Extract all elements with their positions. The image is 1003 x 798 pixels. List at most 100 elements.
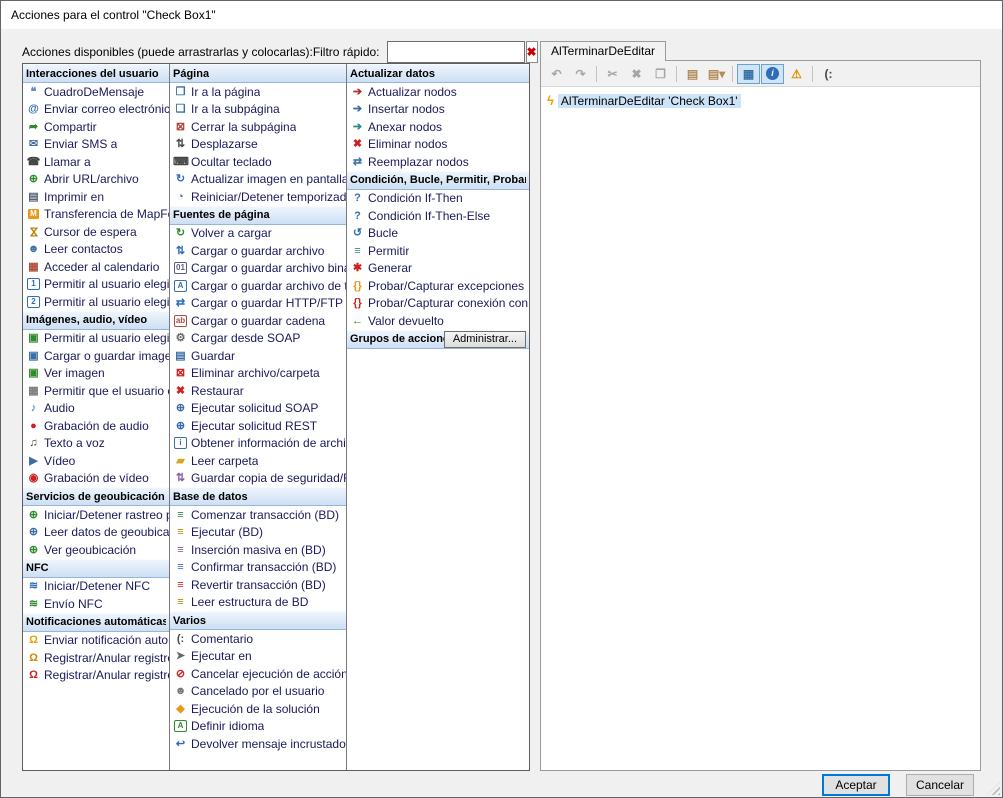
action-item[interactable]: ≋Envío NFC bbox=[23, 595, 169, 613]
action-item[interactable]: ☎Llamar a bbox=[23, 153, 169, 171]
info-toggle[interactable]: i bbox=[761, 64, 784, 84]
action-item[interactable]: ▣Cargar o guardar imagen bbox=[23, 347, 169, 365]
tree-item-event[interactable]: ϟ AlTerminarDeEditar 'Check Box1' bbox=[547, 93, 974, 108]
comment-toggle[interactable]: (: bbox=[817, 64, 840, 84]
action-item[interactable]: ΩRegistrar/Anular registro bbox=[23, 667, 169, 685]
action-item[interactable]: ✱Generar bbox=[347, 260, 529, 278]
action-item[interactable]: ACargar o guardar archivo de texto bbox=[170, 277, 346, 295]
action-item[interactable]: ➔Insertar nodos bbox=[347, 101, 529, 119]
action-item[interactable]: ●Grabación de audio bbox=[23, 417, 169, 435]
action-item[interactable]: ⊕Leer datos de geoubicación bbox=[23, 524, 169, 542]
paste-button[interactable]: ▤ bbox=[681, 64, 704, 84]
cancel-button[interactable]: Cancelar bbox=[906, 774, 974, 796]
action-item[interactable]: ≡Revertir transacción (BD) bbox=[170, 576, 346, 594]
action-item[interactable]: ➔Anexar nodos bbox=[347, 118, 529, 136]
action-item[interactable]: {}Probar/Capturar excepciones bbox=[347, 277, 529, 295]
action-item[interactable]: ➔Actualizar nodos bbox=[347, 83, 529, 101]
copy-button[interactable]: ❐ bbox=[649, 64, 672, 84]
cut-button[interactable]: ✂ bbox=[601, 64, 624, 84]
action-item[interactable]: ▦Acceder al calendario bbox=[23, 258, 169, 276]
action-item[interactable]: ◔Reiniciar/Detener temporizador bbox=[170, 188, 346, 206]
accept-button[interactable]: Aceptar bbox=[822, 774, 890, 796]
paste-special-button[interactable]: ▤▾ bbox=[705, 64, 728, 84]
grid-view-toggle[interactable]: ▦ bbox=[737, 64, 760, 84]
action-item[interactable]: ⊕Ejecutar solicitud REST bbox=[170, 417, 346, 435]
action-item[interactable]: ⊠Eliminar archivo/carpeta bbox=[170, 365, 346, 383]
action-item[interactable]: ⊕Ver geoubicación bbox=[23, 541, 169, 559]
action-item[interactable]: ⚙Cargar desde SOAP bbox=[170, 330, 346, 348]
clear-filter-button[interactable]: ✖ bbox=[526, 41, 538, 63]
action-item[interactable]: 1Permitir al usuario elegir bbox=[23, 276, 169, 294]
action-item[interactable]: ↩Devolver mensaje incrustado bbox=[170, 735, 346, 753]
action-item-label: Guardar copia de seguridad/Restaurar bbox=[191, 471, 346, 485]
delete-button[interactable]: ✖ bbox=[625, 64, 648, 84]
action-item[interactable]: ≋Iniciar/Detener NFC bbox=[23, 578, 169, 596]
action-item[interactable]: ≡Permitir bbox=[347, 242, 529, 260]
action-item[interactable]: ⌨Ocultar teclado bbox=[170, 153, 346, 171]
action-item[interactable]: ⇄Reemplazar nodos bbox=[347, 153, 529, 171]
action-item[interactable]: ❐Ir a la página bbox=[170, 83, 346, 101]
action-item[interactable]: ♪Audio bbox=[23, 400, 169, 418]
action-item[interactable]: ➤Ejecutar en bbox=[170, 648, 346, 666]
action-item[interactable]: ⊕Iniciar/Detener rastreo por bbox=[23, 506, 169, 524]
action-item[interactable]: ➦Compartir bbox=[23, 118, 169, 136]
quick-filter-input[interactable] bbox=[387, 41, 525, 63]
action-item[interactable]: ≡Ejecutar (BD) bbox=[170, 524, 346, 542]
action-item[interactable]: ◆Ejecución de la solución bbox=[170, 700, 346, 718]
action-item[interactable]: ↺Bucle bbox=[347, 225, 529, 243]
action-item[interactable]: @Enviar correo electrónico bbox=[23, 101, 169, 119]
action-item[interactable]: ▦Permitir que el usuario edite bbox=[23, 382, 169, 400]
action-item[interactable]: ▶Vídeo bbox=[23, 452, 169, 470]
title-bar[interactable]: Acciones para el control "Check Box1" bbox=[1, 1, 1002, 29]
action-item[interactable]: ✖Restaurar bbox=[170, 382, 346, 400]
redo-button[interactable]: ↷ bbox=[569, 64, 592, 84]
action-item[interactable]: iObtener información de archivo bbox=[170, 435, 346, 453]
undo-button[interactable]: ↶ bbox=[545, 64, 568, 84]
action-item[interactable]: ⊘Cancelar ejecución de acción bbox=[170, 665, 346, 683]
action-item[interactable]: ?Condición If-Then-Else bbox=[347, 207, 529, 225]
action-item[interactable]: ↻Volver a cargar bbox=[170, 225, 346, 243]
action-item[interactable]: ◉Grabación de vídeo bbox=[23, 470, 169, 488]
action-item[interactable]: ?Condición If-Then bbox=[347, 190, 529, 208]
action-tree[interactable]: ϟ AlTerminarDeEditar 'Check Box1' bbox=[541, 87, 980, 770]
action-item[interactable]: ⊕Ejecutar solicitud SOAP bbox=[170, 400, 346, 418]
manage-action-groups-button[interactable]: Administrar... bbox=[444, 331, 526, 348]
action-item[interactable]: ⊠Cerrar la subpágina bbox=[170, 118, 346, 136]
action-item[interactable]: ▣Ver imagen bbox=[23, 365, 169, 383]
action-item[interactable]: ⋈Cursor de espera bbox=[23, 223, 169, 241]
action-item[interactable]: ⇅Guardar copia de seguridad/Restaurar bbox=[170, 470, 346, 488]
action-item[interactable]: abCargar o guardar cadena bbox=[170, 312, 346, 330]
action-item[interactable]: ΩRegistrar/Anular registro bbox=[23, 649, 169, 667]
tab-alterminardeeditar[interactable]: AlTerminarDeEditar bbox=[540, 41, 666, 61]
action-item[interactable]: ↻Actualizar imagen en pantalla bbox=[170, 171, 346, 189]
action-item[interactable]: ▰Leer carpeta bbox=[170, 452, 346, 470]
action-item[interactable]: ✖Eliminar nodos bbox=[347, 136, 529, 154]
action-item[interactable]: ΩEnviar notificación automática bbox=[23, 632, 169, 650]
action-item[interactable]: 2Permitir al usuario elegir bbox=[23, 293, 169, 311]
action-item[interactable]: ♫Texto a voz bbox=[23, 435, 169, 453]
action-item[interactable]: ✉Enviar SMS a bbox=[23, 136, 169, 154]
action-item[interactable]: ←Valor devuelto bbox=[347, 312, 529, 330]
action-item-label: Probar/Capturar conexión con el bbox=[368, 296, 529, 310]
action-item[interactable]: ❝CuadroDeMensaje bbox=[23, 83, 169, 101]
warnings-toggle[interactable]: ⚠ bbox=[785, 64, 808, 84]
action-item[interactable]: ADefinir idioma bbox=[170, 718, 346, 736]
action-item[interactable]: MTransferencia de MapForce bbox=[23, 206, 169, 224]
action-item[interactable]: 01Cargar o guardar archivo binario bbox=[170, 260, 346, 278]
action-item[interactable]: ⇄Cargar o guardar HTTP/FTP bbox=[170, 295, 346, 313]
action-item[interactable]: ▤Imprimir en bbox=[23, 188, 169, 206]
action-item[interactable]: ≡Comenzar transacción (BD) bbox=[170, 506, 346, 524]
action-item[interactable]: ⇅Desplazarse bbox=[170, 136, 346, 154]
action-item[interactable]: ≡Confirmar transacción (BD) bbox=[170, 559, 346, 577]
action-item[interactable]: (:Comentario bbox=[170, 630, 346, 648]
action-item[interactable]: ≡Leer estructura de BD bbox=[170, 594, 346, 612]
action-item[interactable]: ❏Ir a la subpágina bbox=[170, 101, 346, 119]
action-item[interactable]: ≡Inserción masiva en (BD) bbox=[170, 541, 346, 559]
action-item[interactable]: ⇅Cargar o guardar archivo bbox=[170, 242, 346, 260]
action-item[interactable]: ⊕Abrir URL/archivo bbox=[23, 171, 169, 189]
action-item[interactable]: ☻Cancelado por el usuario bbox=[170, 683, 346, 701]
action-item[interactable]: ▤Guardar bbox=[170, 347, 346, 365]
action-item[interactable]: {}Probar/Capturar conexión con el bbox=[347, 295, 529, 313]
action-item[interactable]: ☻Leer contactos bbox=[23, 241, 169, 259]
action-item[interactable]: ▣Permitir al usuario elegir bbox=[23, 330, 169, 348]
